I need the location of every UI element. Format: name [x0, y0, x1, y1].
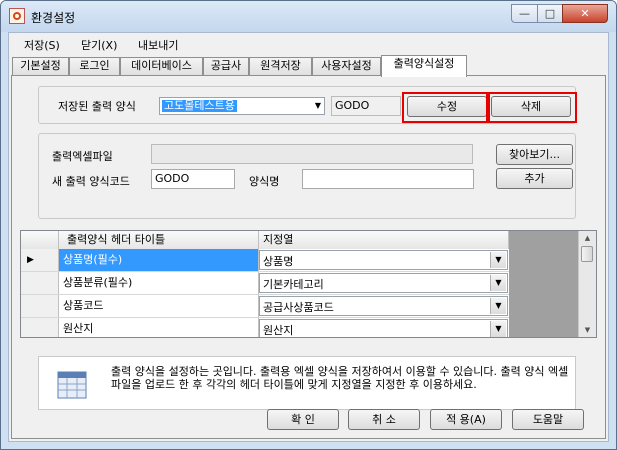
tab-strip: 기본설정 로그인 데이터베이스 공급사 원격저장 사용자설정 출력양식설정: [9, 55, 608, 77]
tab-login[interactable]: 로그인: [69, 57, 120, 75]
scroll-up-icon[interactable]: ▲: [579, 231, 596, 245]
assigned-column-select[interactable]: 원산지 ▼: [259, 319, 508, 337]
saved-format-select[interactable]: 고도몰테스트용 ▼: [159, 97, 325, 115]
table-row[interactable]: 상품코드 공급사상품코드 ▼: [21, 295, 509, 318]
window-title: 환경설정: [31, 11, 76, 25]
scroll-down-icon[interactable]: ▼: [579, 323, 596, 337]
excel-file-field[interactable]: [151, 144, 473, 164]
tab-output-format[interactable]: 출력양식설정: [381, 55, 467, 77]
format-mapping-grid: 출력양식 헤더 타이틀 지정열 ▶ 상품명(필수) 상품명 ▼ 상품분류(필수)…: [20, 230, 597, 338]
column-header-title[interactable]: 출력양식 헤더 타이틀: [59, 231, 259, 249]
title-bar[interactable]: 환경설정 — □ ✕: [1, 1, 616, 32]
info-text: 출력 양식을 설정하는 곳입니다. 출력용 엑셀 양식을 저장하여서 이용할 수…: [111, 365, 569, 391]
table-row[interactable]: 상품분류(필수) 기본카테고리 ▼: [21, 272, 509, 295]
header-title-cell[interactable]: 원산지: [59, 318, 259, 337]
format-name-field[interactable]: [302, 169, 474, 189]
tab-supplier[interactable]: 공급사: [203, 57, 249, 75]
excel-file-label: 출력엑셀파일: [52, 150, 113, 163]
assigned-column-select[interactable]: 기본카테고리 ▼: [259, 273, 508, 293]
output-format-panel: 저장된 출력 양식 고도몰테스트용 ▼ GODO 수정 삭제 출력엑셀파일 찾아…: [11, 75, 606, 439]
settings-window: 환경설정 — □ ✕ 저장(S) 닫기(X) 내보내기 기본설정 로그인 데이터…: [0, 0, 617, 450]
table-row[interactable]: ▶ 상품명(필수) 상품명 ▼: [21, 249, 509, 272]
row-header[interactable]: [21, 295, 59, 317]
tab-user-settings[interactable]: 사용자설정: [312, 57, 381, 75]
maximize-button[interactable]: □: [537, 4, 563, 23]
row-header[interactable]: [21, 318, 59, 337]
assigned-column-select[interactable]: 상품명 ▼: [259, 250, 508, 270]
assigned-column-value: 공급사상품코드: [263, 301, 334, 314]
new-code-label: 새 출력 양식코드: [52, 175, 130, 188]
grid-scrollbar[interactable]: ▲ ▼: [578, 231, 596, 337]
chevron-down-icon[interactable]: ▼: [490, 275, 506, 291]
edit-highlight-box: [402, 92, 488, 123]
column-header-assigned[interactable]: 지정열: [259, 231, 509, 249]
tab-basic-settings[interactable]: 기본설정: [12, 57, 69, 75]
saved-format-label: 저장된 출력 양식: [58, 100, 136, 113]
new-code-field[interactable]: GODO: [151, 169, 235, 189]
saved-format-code: GODO: [331, 96, 401, 116]
row-header[interactable]: ▶: [21, 249, 59, 271]
add-button[interactable]: 추가: [496, 168, 573, 189]
menu-bar: 저장(S) 닫기(X) 내보내기: [9, 33, 608, 55]
help-button[interactable]: 도움말: [512, 409, 584, 430]
chevron-down-icon[interactable]: ▼: [490, 298, 506, 314]
close-button[interactable]: ✕: [562, 4, 608, 23]
app-icon: [9, 8, 25, 24]
chevron-down-icon[interactable]: ▼: [490, 252, 506, 268]
row-header-corner: [21, 231, 59, 249]
assigned-column-value: 원산지: [263, 324, 294, 337]
menu-save[interactable]: 저장(S): [24, 37, 60, 53]
delete-highlight-box: [488, 92, 577, 123]
saved-format-selected: 고도몰테스트용: [162, 99, 237, 112]
table-row[interactable]: 원산지 원산지 ▼: [21, 318, 509, 337]
cancel-button[interactable]: 취 소: [348, 409, 420, 430]
current-row-indicator-icon: ▶: [27, 255, 34, 265]
assigned-column-value: 상품명: [263, 255, 294, 268]
apply-button[interactable]: 적 용(A): [430, 409, 502, 430]
format-name-label: 양식명: [249, 175, 280, 188]
row-header[interactable]: [21, 272, 59, 294]
assigned-column-select[interactable]: 공급사상품코드 ▼: [259, 296, 508, 316]
client-area: 저장(S) 닫기(X) 내보내기 기본설정 로그인 데이터베이스 공급사 원격저…: [8, 32, 609, 442]
browse-button[interactable]: 찾아보기...: [496, 144, 573, 165]
chevron-down-icon[interactable]: ▼: [490, 321, 506, 337]
header-title-cell[interactable]: 상품분류(필수): [59, 272, 259, 294]
info-box: 출력 양식을 설정하는 곳입니다. 출력용 엑셀 양식을 저장하여서 이용할 수…: [38, 356, 576, 410]
minimize-button[interactable]: —: [511, 4, 538, 23]
tab-database[interactable]: 데이터베이스: [120, 57, 203, 75]
scroll-thumb[interactable]: [581, 246, 593, 262]
menu-export[interactable]: 내보내기: [138, 37, 178, 53]
spreadsheet-icon: [57, 371, 87, 399]
chevron-down-icon: ▼: [314, 101, 321, 110]
header-title-cell[interactable]: 상품명(필수): [59, 249, 259, 271]
tab-remote-save[interactable]: 원격저장: [249, 57, 312, 75]
header-title-cell[interactable]: 상품코드: [59, 295, 259, 317]
assigned-column-value: 기본카테고리: [263, 278, 324, 291]
menu-close[interactable]: 닫기(X): [81, 37, 117, 53]
new-format-group: 출력엑셀파일 찾아보기... 새 출력 양식코드 GODO 양식명 추가: [38, 133, 576, 219]
ok-button[interactable]: 확 인: [267, 409, 339, 430]
grid-header: 출력양식 헤더 타이틀 지정열: [21, 231, 509, 250]
